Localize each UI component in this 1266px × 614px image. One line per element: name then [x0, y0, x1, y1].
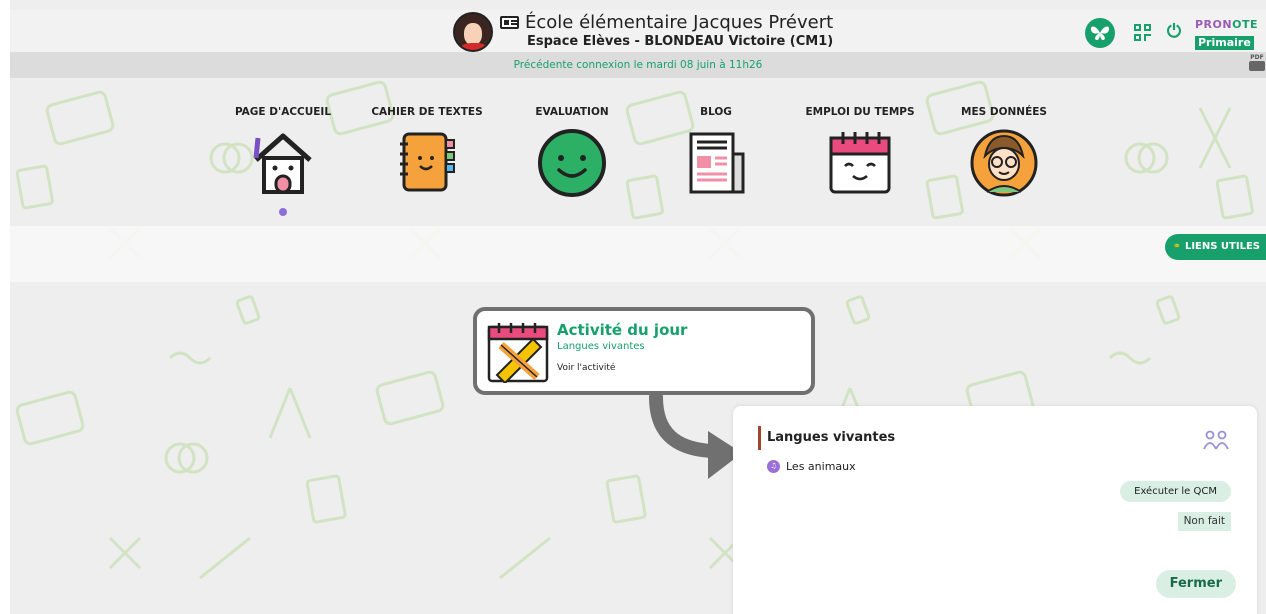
boy-avatar-icon — [970, 129, 1038, 197]
smiley-icon — [538, 129, 606, 197]
student-avatar[interactable] — [453, 12, 493, 52]
main-nav: PAGE D'ACCUEIL CAHIER DE TEXTES EVALUATI… — [10, 78, 1266, 226]
app-frame: École élémentaire Jacques Prévert Espace… — [10, 0, 1266, 614]
school-name: École élémentaire Jacques Prévert — [525, 12, 834, 33]
active-indicator — [279, 208, 287, 216]
activity-title: Activité du jour — [557, 321, 688, 339]
nav-evaluation[interactable]: EVALUATION — [507, 106, 637, 202]
link-icon: ⚭ — [1172, 241, 1181, 252]
nav-page-accueil[interactable]: PAGE D'ACCUEIL — [218, 106, 348, 216]
view-activity-link[interactable]: Voir l'activité — [557, 363, 615, 373]
nav-emploi-du-temps[interactable]: EMPLOI DU TEMPS — [795, 106, 925, 202]
last-connection-bar: Précédente connexion le mardi 08 juin à … — [10, 52, 1266, 78]
power-icon[interactable]: ⏻ — [1164, 22, 1184, 42]
close-button[interactable]: Fermer — [1155, 570, 1236, 598]
nav-footer-band — [10, 226, 1266, 282]
nav-cahier-de-textes[interactable]: CAHIER DE TEXTES — [362, 106, 492, 202]
run-qcm-button[interactable]: Exécuter le QCM — [1120, 481, 1231, 502]
butterfly-icon[interactable] — [1085, 18, 1115, 48]
qr-code-icon[interactable] — [1134, 24, 1152, 42]
status-badge: Non fait — [1177, 512, 1231, 531]
lesson-bubble-icon: ♫ — [767, 460, 780, 473]
activity-subject: Langues vivantes — [557, 341, 645, 352]
top-header: École élémentaire Jacques Prévert Espace… — [10, 10, 1266, 52]
nav-blog[interactable]: BLOG — [651, 106, 781, 202]
house-icon — [253, 133, 312, 194]
pencil-ruler-icon — [487, 323, 549, 383]
newspaper-icon — [689, 132, 745, 194]
activity-card[interactable]: Activité du jour Langues vivantes Voir l… — [473, 307, 815, 395]
notebook-icon — [400, 132, 455, 192]
pdf-print-icon[interactable]: PDF — [1248, 54, 1266, 74]
activity-detail-panel: Langues vivantes ♫ Les animaux Exécuter … — [733, 406, 1257, 614]
space-name: Espace Elèves - BLONDEAU Victoire (CM1) — [527, 34, 834, 49]
detail-title: Langues vivantes — [758, 426, 895, 450]
calendar-icon — [829, 132, 891, 194]
lesson-item[interactable]: ♫ Les animaux — [767, 460, 856, 473]
pronote-logo[interactable]: PRONOTE Primaire — [1195, 19, 1259, 50]
lesson-label: Les animaux — [786, 460, 856, 473]
pointer-arrow-icon — [649, 393, 742, 479]
title-block: École élémentaire Jacques Prévert Espace… — [500, 12, 860, 49]
useful-links-button[interactable]: ⚭ LIENS UTILES — [1164, 234, 1266, 260]
id-card-icon — [500, 16, 519, 29]
nav-mes-donnees[interactable]: MES DONNÉES — [939, 106, 1069, 202]
people-icon[interactable] — [1203, 430, 1229, 450]
